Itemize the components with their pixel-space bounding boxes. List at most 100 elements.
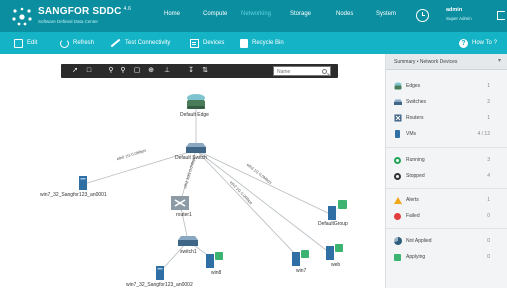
applying-icon (394, 253, 401, 261)
how-to-label: How To ? (472, 40, 497, 46)
devices-button[interactable]: Devices (190, 32, 224, 54)
summary-item-label: VMs (406, 131, 416, 137)
summary-item-switches[interactable]: Switches 2 (386, 94, 507, 110)
summary-divider (386, 228, 507, 229)
brand-name: SANGFOR SDDC 4.6 (38, 6, 132, 17)
zoom-in-icon[interactable]: ⚲ (107, 67, 115, 75)
summary-item-vms[interactable]: VMs 4 / 12 (386, 126, 507, 142)
nav-home[interactable]: Home (164, 11, 180, 17)
refresh-label: Refresh (73, 40, 95, 46)
switch-label: switch1 (180, 249, 197, 255)
brand-subtitle: Software Defined Data Center (38, 19, 99, 24)
nav-networking[interactable]: Networking (241, 11, 271, 17)
edit-button[interactable]: Edit (14, 32, 37, 54)
vm-icon[interactable] (292, 250, 310, 266)
layout-icon[interactable]: ⊥ (163, 67, 171, 75)
vm-label: win7_32_Sangfor123_an0002 (126, 282, 193, 288)
edge-node-label: Default Edge (180, 112, 209, 118)
summary-item-count: 0 (487, 254, 490, 260)
summary-item-count: 4 / 12 (477, 131, 490, 137)
edit-icon (14, 38, 23, 48)
vm-group-label: DefaultGroup (318, 221, 348, 227)
recycle-bin-button[interactable]: Recycle Bin (240, 32, 284, 54)
summary-item-count: 1 (487, 115, 490, 121)
search-icon[interactable] (322, 68, 327, 74)
vm-icon[interactable] (155, 266, 165, 280)
logout-icon[interactable] (497, 11, 505, 20)
summary-item-running[interactable]: Running 3 (386, 152, 507, 168)
vm-label: win7_32_Sangfor123_an0001 (40, 192, 107, 198)
vm-icon[interactable] (326, 244, 344, 260)
align-icon[interactable]: ⇅ (201, 67, 209, 75)
test-connectivity-button[interactable]: Test Connectivity (110, 32, 170, 54)
download-icon[interactable]: ↧ (187, 67, 195, 75)
summary-item-count: 0 (487, 238, 490, 244)
summary-item-failed[interactable]: Failed 0 (386, 208, 507, 224)
topology-canvas[interactable]: ➚ □ ⚲ ⚲ ▢ ⊕ ⊥ ↧ ⇅ Default Edge Default S… (0, 54, 385, 288)
summary-item-label: Stopped (406, 173, 425, 179)
nav-compute[interactable]: Compute (203, 11, 227, 17)
pen-icon (110, 38, 121, 48)
nav-system[interactable]: System (376, 11, 396, 17)
user-role: Super Admin (446, 16, 472, 21)
summary-item-count: 1 (487, 83, 490, 89)
summary-panel-header[interactable]: Summary • Network Devices ▾ (386, 54, 507, 70)
summary-item-label: Running (406, 157, 425, 163)
summary-panel: Summary • Network Devices ▾ Edges 1 Swit… (385, 54, 507, 288)
nav-storage[interactable]: Storage (290, 11, 311, 17)
summary-item-count: 2 (487, 99, 490, 105)
switch-icon[interactable] (178, 234, 198, 248)
fit-view-icon[interactable]: ▢ (133, 67, 141, 75)
summary-item-count: 4 (487, 173, 490, 179)
router-label: router1 (176, 212, 192, 218)
clock-icon[interactable] (416, 9, 429, 22)
summary-item-label: Applying (406, 254, 426, 260)
pie-icon (394, 237, 402, 245)
vm-group-icon[interactable] (326, 200, 350, 220)
help-icon: ? (459, 38, 468, 48)
sangfor-logo-icon (12, 7, 32, 26)
edge-node-icon[interactable] (185, 93, 207, 111)
vm-icon (395, 130, 400, 138)
nav-nodes[interactable]: Nodes (336, 11, 353, 17)
router-icon (394, 114, 402, 122)
pointer-tool-icon[interactable]: ➚ (71, 67, 79, 75)
summary-divider (386, 147, 507, 148)
recycle-bin-icon (240, 38, 248, 48)
router-icon[interactable] (170, 195, 190, 211)
core-switch-icon[interactable] (186, 141, 206, 155)
summary-item-applying[interactable]: Applying 0 (386, 249, 507, 265)
recycle-bin-label: Recycle Bin (252, 40, 284, 46)
device-search-box[interactable] (273, 66, 331, 76)
summary-panel-title: Summary • Network Devices (394, 59, 458, 65)
summary-item-count: 3 (487, 157, 490, 163)
summary-divider (386, 188, 507, 189)
refresh-button[interactable]: Refresh (60, 32, 94, 54)
summary-item-label: Failed (406, 213, 420, 219)
refresh-icon (60, 38, 69, 48)
select-area-icon[interactable]: □ (85, 67, 93, 75)
vm-label: win7 (296, 268, 307, 274)
user-name[interactable]: admin (446, 7, 462, 13)
stopped-icon (394, 172, 401, 180)
summary-item-routers[interactable]: Routers 1 (386, 110, 507, 126)
summary-item-label: Alerts (406, 197, 419, 203)
warning-icon (394, 196, 402, 204)
summary-item-label: Switches (406, 99, 427, 105)
chevron-down-icon[interactable]: ▾ (498, 57, 501, 64)
vm-label: web (331, 262, 341, 268)
vm-icon[interactable] (206, 252, 224, 268)
devices-label: Devices (203, 40, 225, 46)
top-navigation-bar: SANGFOR SDDC 4.6 Software Defined Data Ce… (0, 0, 507, 32)
test-connectivity-label: Test Connectivity (125, 40, 171, 46)
how-to-button[interactable]: ? How To ? (459, 32, 497, 54)
center-icon[interactable]: ⊕ (147, 67, 155, 75)
canvas-control-bar: ➚ □ ⚲ ⚲ ▢ ⊕ ⊥ ↧ ⇅ (61, 64, 338, 78)
summary-item-not-applied[interactable]: Not Applied 0 (386, 233, 507, 249)
device-search-input[interactable] (277, 68, 317, 75)
zoom-out-icon[interactable]: ⚲ (119, 67, 127, 75)
summary-item-alerts[interactable]: Alerts 1 (386, 192, 507, 208)
vm-icon[interactable] (78, 176, 88, 190)
summary-item-stopped[interactable]: Stopped 4 (386, 168, 507, 184)
summary-item-edges[interactable]: Edges 1 (386, 78, 507, 94)
